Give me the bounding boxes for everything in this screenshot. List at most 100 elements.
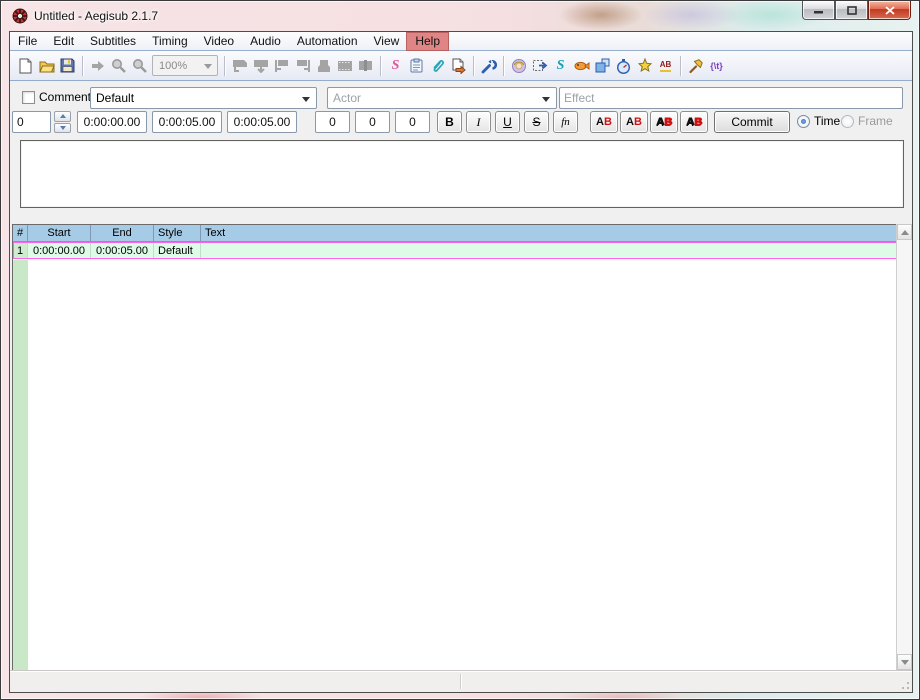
effect-field[interactable] [559,87,903,109]
resample-resolution-icon[interactable] [592,55,613,77]
tag-toggle-icon[interactable]: {\t} [706,55,727,77]
chevron-down-icon [204,64,212,73]
menu-file[interactable]: File [10,33,45,50]
menu-automation[interactable]: Automation [289,33,366,50]
secondary-color-button[interactable]: AB [620,111,648,133]
snap-to-scene-icon [334,55,355,77]
kanji-timer-icon[interactable] [571,55,592,77]
scroll-down-icon[interactable] [897,654,912,670]
margin-right-field[interactable] [355,111,390,133]
row-text-cell[interactable] [201,242,898,259]
toolbar-separator [82,55,83,76]
table-row[interactable]: 1 0:00:00.00 0:00:05.00 Default [13,242,898,259]
radio-selected-icon [797,114,810,128]
jump-to-icon [87,55,108,77]
select-lines-icon[interactable] [529,55,550,77]
zoom-out-icon [129,55,150,77]
style-select[interactable]: Default [90,87,317,109]
grid-header-style: Style [154,225,201,241]
grid-header-start: Start [28,225,91,241]
strikeout-button[interactable]: S [524,111,549,133]
open-file-icon[interactable] [36,55,57,77]
menu-audio[interactable]: Audio [242,33,289,50]
menu-timing[interactable]: Timing [144,33,196,50]
menu-edit[interactable]: Edit [45,33,82,50]
menu-video[interactable]: Video [196,33,242,50]
snap-end-to-video-icon [292,55,313,77]
style-value: Default [96,91,135,105]
font-button[interactable]: fn [553,111,578,133]
italic-button[interactable]: I [466,111,491,133]
menu-subtitles[interactable]: Subtitles [82,33,144,50]
shift-to-frame-icon [355,55,376,77]
new-file-icon[interactable] [15,55,36,77]
fonts-collector-icon[interactable] [448,55,469,77]
styles-manager-icon[interactable]: S [385,55,406,77]
end-time-field[interactable] [152,111,222,133]
maximize-button[interactable] [835,1,868,20]
spin-down-icon[interactable] [54,122,71,133]
underline-button[interactable]: U [495,111,520,133]
actor-select[interactable]: Actor [327,87,557,109]
comment-toggle[interactable]: Comment [22,90,91,104]
margin-vertical-field[interactable] [395,111,430,133]
shadow-color-button[interactable]: AB [680,111,708,133]
toolbar-separator [380,55,381,76]
row-end-cell[interactable]: 0:00:05.00 [91,242,154,259]
grid-header-text: Text [205,227,226,239]
row-number-cell[interactable]: 1 [13,242,28,259]
minimize-button[interactable] [802,1,835,20]
properties-icon[interactable] [406,55,427,77]
margin-left-field[interactable] [315,111,350,133]
attachments-icon[interactable] [427,55,448,77]
close-button[interactable] [868,1,911,20]
time-radio[interactable]: Time [797,114,840,128]
aegisub-logo-icon [12,8,28,24]
commit-button[interactable]: Commit [714,111,790,133]
scroll-up-icon[interactable] [897,224,912,240]
layer-stepper[interactable] [54,111,71,133]
shift-times-icon[interactable]: S [550,55,571,77]
title-bar: Untitled - Aegisub 2.1.7 [1,1,919,31]
window-title: Untitled - Aegisub 2.1.7 [34,9,159,23]
save-file-icon[interactable] [57,55,78,77]
subtitle-text-editor[interactable] [20,140,904,208]
grid-header-end: End [91,225,154,241]
zoom-in-icon [108,55,129,77]
spell-checker-icon[interactable] [508,55,529,77]
snap-start-to-video-icon [271,55,292,77]
primary-color-button[interactable]: AB [590,111,618,133]
video-jump-start-icon [229,55,250,77]
spin-up-icon[interactable] [54,111,71,122]
duration-field[interactable] [227,111,297,133]
bold-button[interactable]: B [437,111,462,133]
resize-grip[interactable] [898,678,910,690]
start-time-field[interactable] [77,111,147,133]
status-bar [10,670,912,692]
options-icon[interactable] [685,55,706,77]
outline-color-button[interactable]: AB [650,111,678,133]
time-radio-label: Time [814,114,841,128]
toolbar-separator [503,55,504,76]
grid-vertical-scrollbar[interactable] [896,224,912,670]
subtitles-grid: # Start End Style Text 1 0:00:00.00 0:00… [12,224,898,670]
subtitle-edit-panel: Comment Default Actor Effect 0 0:00:00.0… [10,81,912,209]
timing-postprocessor-icon[interactable] [613,55,634,77]
status-bar-divider [460,674,461,689]
comment-checkbox[interactable] [22,90,35,104]
grid-header-row: # Start End Style Text [13,225,898,242]
comment-label: Comment [39,90,92,104]
toolbar: 100% S S AB {\t} [10,51,912,81]
actor-placeholder: Actor [333,91,362,105]
app-window: Untitled - Aegisub 2.1.7 File Edit Subti… [0,0,920,700]
translation-assistant-icon[interactable] [634,55,655,77]
layer-field[interactable] [12,111,51,133]
menu-help[interactable]: Help [406,32,449,51]
frame-radio-label: Frame [858,114,893,128]
styling-assistant-icon[interactable]: AB [655,55,676,77]
row-start-cell[interactable]: 0:00:00.00 [28,242,91,259]
row-style-cell[interactable]: Default [154,242,201,259]
menu-view[interactable]: View [366,33,408,50]
grid-number-gutter [13,260,28,670]
automation-icon[interactable] [478,55,499,77]
